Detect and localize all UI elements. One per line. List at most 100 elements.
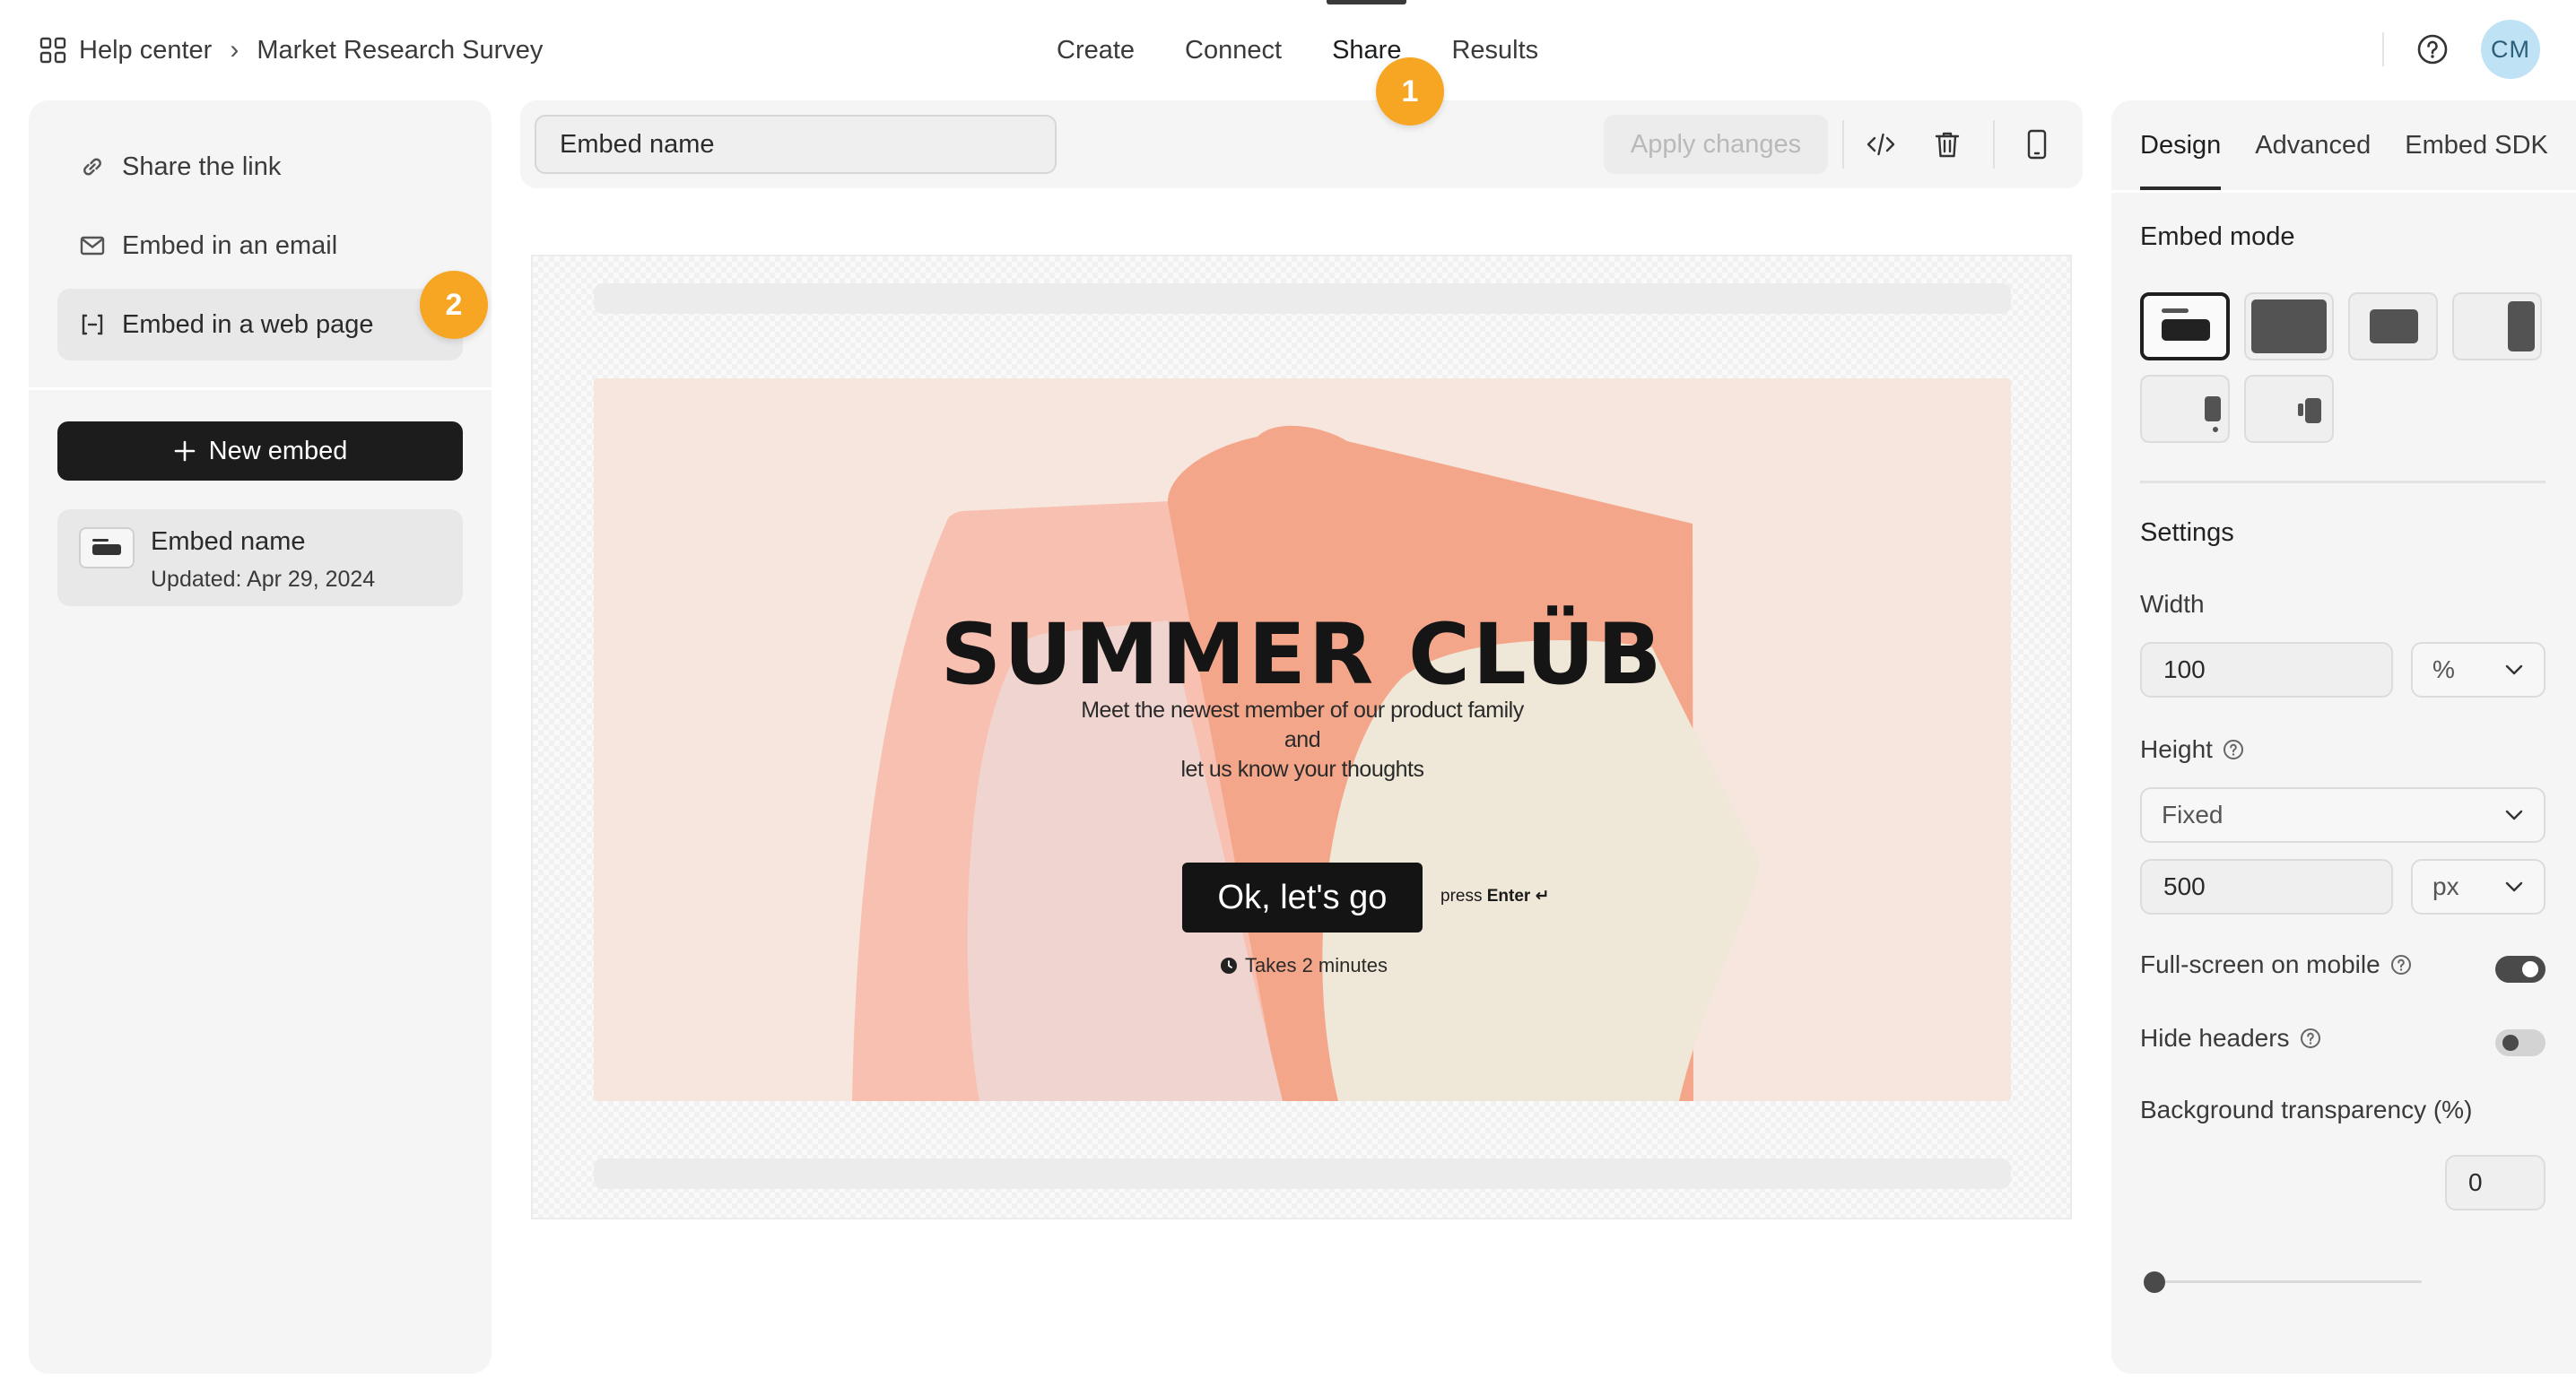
tab-create[interactable]: Create	[1031, 0, 1160, 99]
link-icon	[83, 158, 101, 176]
new-embed-label: New embed	[208, 436, 348, 465]
hide-headers-text: Hide headers	[2140, 1024, 2290, 1052]
embed-mode-heading: Embed mode	[2140, 222, 2295, 251]
help-icon[interactable]	[2415, 31, 2450, 67]
survey-title: SUMMER CLÜB	[940, 606, 1665, 704]
mode-shape	[2205, 396, 2221, 421]
height-label: Height	[2140, 735, 2245, 764]
tab-connect[interactable]: Connect	[1160, 0, 1307, 99]
tab-advanced[interactable]: Advanced	[2255, 100, 2371, 190]
mode-shape	[2162, 308, 2189, 313]
divider	[1842, 120, 1844, 169]
bg-transparency-slider-handle[interactable]	[2144, 1271, 2165, 1293]
embed-mode-standard[interactable]	[2140, 292, 2230, 360]
width-input[interactable]: 100	[2140, 642, 2393, 698]
hide-headers-label: Hide headers	[2140, 1024, 2322, 1053]
embed-mode-popup[interactable]	[2348, 292, 2438, 360]
apps-grid-icon[interactable]	[39, 37, 66, 64]
callout-badge-2: 2	[420, 271, 488, 339]
survey-subtitle: Meet the newest member of our product fa…	[1078, 696, 1527, 785]
top-bar: Help center › Market Research Survey Cre…	[0, 0, 2576, 99]
embed-item-name: Embed name	[151, 527, 306, 556]
trash-icon[interactable]	[1927, 124, 1968, 165]
width-label-text: Width	[2140, 590, 2205, 618]
clock-icon	[1221, 958, 1237, 974]
embed-item-updated: Updated: Apr 29, 2024	[151, 567, 376, 592]
bg-transparency-input[interactable]: 0	[2445, 1155, 2546, 1210]
top-right-actions: CM	[2382, 20, 2540, 79]
embed-name-input[interactable]	[535, 115, 1057, 174]
mode-shape	[2298, 403, 2303, 416]
breadcrumb-current[interactable]: Market Research Survey	[257, 36, 543, 65]
survey-welcome-screen: SUMMER CLÜB Meet the newest member of ou…	[594, 378, 2011, 1101]
info-icon[interactable]	[2299, 1027, 2322, 1050]
avatar[interactable]: CM	[2481, 20, 2540, 79]
embed-mode-slider[interactable]	[2452, 292, 2542, 360]
embed-preview: SUMMER CLÜB Meet the newest member of ou…	[531, 255, 2072, 1219]
embed-toolbar: Apply changes	[520, 100, 2083, 188]
placeholder-bar	[594, 1158, 2011, 1189]
share-option-email[interactable]: Embed in an email	[57, 210, 463, 282]
mode-shape	[2305, 398, 2321, 423]
main-nav: Create Connect Share Results	[1031, 0, 1563, 99]
embed-mode-side-tab[interactable]	[2244, 375, 2334, 443]
tab-embed-sdk[interactable]: Embed SDK	[2405, 100, 2548, 190]
placeholder-bar	[594, 283, 2011, 314]
plus-icon	[174, 440, 195, 462]
info-icon[interactable]	[2222, 738, 2245, 761]
survey-subtitle-line: let us know your thoughts	[1180, 757, 1425, 782]
width-label: Width	[2140, 590, 2205, 619]
share-option-link[interactable]: Share the link	[57, 131, 463, 203]
fullscreen-mobile-label: Full-screen on mobile	[2140, 950, 2413, 979]
mode-shape	[2508, 301, 2535, 351]
toggle-knob	[2522, 961, 2538, 977]
embed-mode-full-page[interactable]	[2244, 292, 2334, 360]
height-input[interactable]: 500	[2140, 859, 2393, 915]
embed-list-item[interactable]: Embed name Updated: Apr 29, 2024	[57, 509, 463, 606]
width-unit-value: %	[2432, 655, 2455, 683]
survey-start-button[interactable]: Ok, let's go	[1182, 863, 1423, 933]
breadcrumb: Help center › Market Research Survey	[39, 32, 543, 68]
embed-code-icon	[82, 314, 103, 335]
tab-design[interactable]: Design	[2140, 100, 2222, 190]
height-mode-select[interactable]: Fixed	[2140, 787, 2546, 843]
share-option-label: Embed in a web page	[122, 309, 374, 339]
info-icon[interactable]	[2389, 953, 2413, 976]
mode-shape	[2162, 319, 2210, 341]
mobile-preview-icon[interactable]	[2016, 124, 2058, 165]
width-unit-select[interactable]: %	[2411, 642, 2546, 698]
new-embed-button[interactable]: New embed	[57, 421, 463, 481]
share-option-label: Share the link	[122, 152, 282, 181]
fullscreen-mobile-toggle[interactable]	[2495, 956, 2546, 983]
divider	[2111, 190, 2576, 193]
chevron-down-icon	[2505, 810, 2523, 820]
mode-shape	[2370, 309, 2418, 343]
design-tabs: Design Advanced Embed SDK	[2140, 100, 2548, 190]
divider	[2382, 32, 2384, 66]
apply-changes-button[interactable]: Apply changes	[1604, 115, 1828, 174]
divider	[29, 387, 492, 390]
survey-duration: Takes 2 minutes	[1220, 954, 1388, 977]
toggle-knob	[2502, 1035, 2519, 1051]
callout-badge-1: 1	[1376, 57, 1444, 126]
duration-text: Takes 2 minutes	[1245, 954, 1388, 976]
share-option-web-page[interactable]: Embed in a web page	[57, 289, 463, 360]
divider	[1993, 120, 1995, 169]
design-panel: Design Advanced Embed SDK Embed mode Set…	[2111, 100, 2576, 1374]
height-unit-select[interactable]: px	[2411, 859, 2546, 915]
chevron-down-icon	[2505, 664, 2523, 675]
embed-mode-popover[interactable]	[2140, 375, 2230, 443]
bg-transparency-slider-track[interactable]	[2154, 1280, 2422, 1283]
divider	[2140, 481, 2546, 483]
fullscreen-mobile-text: Full-screen on mobile	[2140, 950, 2380, 978]
survey-subtitle-line: Meet the newest member of our product fa…	[1081, 698, 1524, 752]
share-option-label: Embed in an email	[122, 230, 338, 260]
code-icon[interactable]	[1860, 124, 1902, 165]
tab-results[interactable]: Results	[1426, 0, 1563, 99]
mode-shape	[2213, 427, 2218, 432]
chevron-right-icon: ›	[230, 35, 239, 65]
hide-headers-toggle[interactable]	[2495, 1029, 2546, 1056]
mail-icon	[80, 236, 105, 256]
breadcrumb-root[interactable]: Help center	[79, 36, 212, 65]
settings-heading: Settings	[2140, 518, 2234, 547]
